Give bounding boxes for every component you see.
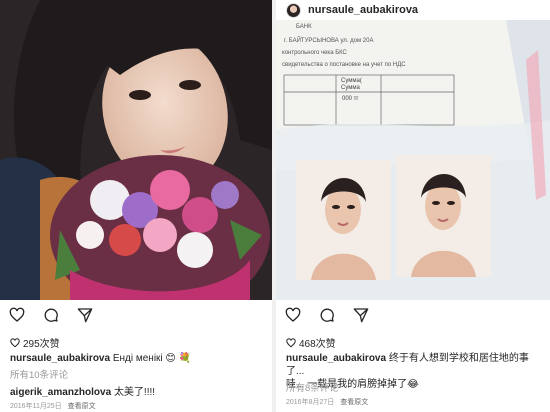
- right-post-photo[interactable]: БАНК г. БАЙТУРСЫНОВА ул. дом 20А контрол…: [276, 20, 550, 300]
- doc-line-2: г. БАЙТУРСЫНОВА ул. дом 20А: [284, 36, 373, 44]
- doc-line-3: контрольного чека БКС: [282, 50, 348, 56]
- post-date: 2016年8月27日: [286, 399, 335, 406]
- share-icon[interactable]: [352, 306, 370, 324]
- caption-emoji: 😊 💐: [165, 353, 192, 364]
- doc-line-1: БАНК: [296, 24, 312, 30]
- caption-username[interactable]: nursaule_aubakirova: [286, 353, 386, 364]
- post-meta: 2016年8月27日 查看原文: [286, 397, 368, 407]
- right-action-bar: [276, 305, 378, 325]
- avatar[interactable]: [286, 2, 301, 18]
- right-post: nursaule_aubakirova БАНК г. БАЙТУРСЫНОВА…: [276, 0, 550, 412]
- heart-small-icon: [10, 337, 20, 347]
- heart-small-icon: [286, 337, 296, 347]
- left-post-photo[interactable]: [0, 0, 272, 300]
- doc-table-header-2: Сумма: [341, 85, 361, 91]
- view-original-link[interactable]: 查看原文: [340, 397, 368, 407]
- caption: nursaule_aubakirova Енді менікі 😊 💐: [10, 352, 268, 365]
- caption-username[interactable]: nursaule_aubakirova: [10, 353, 110, 364]
- caption-text: Енді менікі: [112, 353, 163, 364]
- doc-table-header-1: Сумма(: [341, 78, 362, 84]
- left-action-bar: [0, 305, 102, 325]
- likes-count[interactable]: 295次赞: [10, 335, 60, 350]
- comment: aigerik_amanzholova 太美了!!!!: [10, 383, 155, 398]
- comment-icon[interactable]: [318, 306, 336, 324]
- view-original-link[interactable]: 查看原文: [68, 401, 96, 411]
- post-date: 2016年11月25日: [10, 403, 62, 410]
- likes-label: 468次赞: [299, 339, 336, 350]
- heart-icon[interactable]: [284, 306, 302, 324]
- comment-text: 太美了!!!!: [113, 387, 156, 398]
- header-username[interactable]: nursaule_aubakirova: [308, 4, 418, 16]
- comment-icon[interactable]: [42, 306, 60, 324]
- likes-label: 295次赞: [23, 339, 60, 350]
- post-header: nursaule_aubakirova: [276, 0, 550, 20]
- likes-count[interactable]: 468次赞: [286, 335, 336, 350]
- doc-line-4: свидетельства о постановке на учет по НД…: [282, 62, 406, 68]
- post-meta: 2016年11月25日 查看原文: [10, 401, 96, 411]
- view-all-comments[interactable]: 所有8条评论: [286, 380, 339, 394]
- view-all-comments[interactable]: 所有10条评论: [10, 367, 68, 381]
- comment-username[interactable]: aigerik_amanzholova: [10, 387, 111, 398]
- doc-table-value: 000 тг: [342, 96, 359, 102]
- left-post: 295次赞 nursaule_aubakirova Енді менікі 😊 …: [0, 0, 272, 412]
- heart-icon[interactable]: [8, 306, 26, 324]
- share-icon[interactable]: [76, 306, 94, 324]
